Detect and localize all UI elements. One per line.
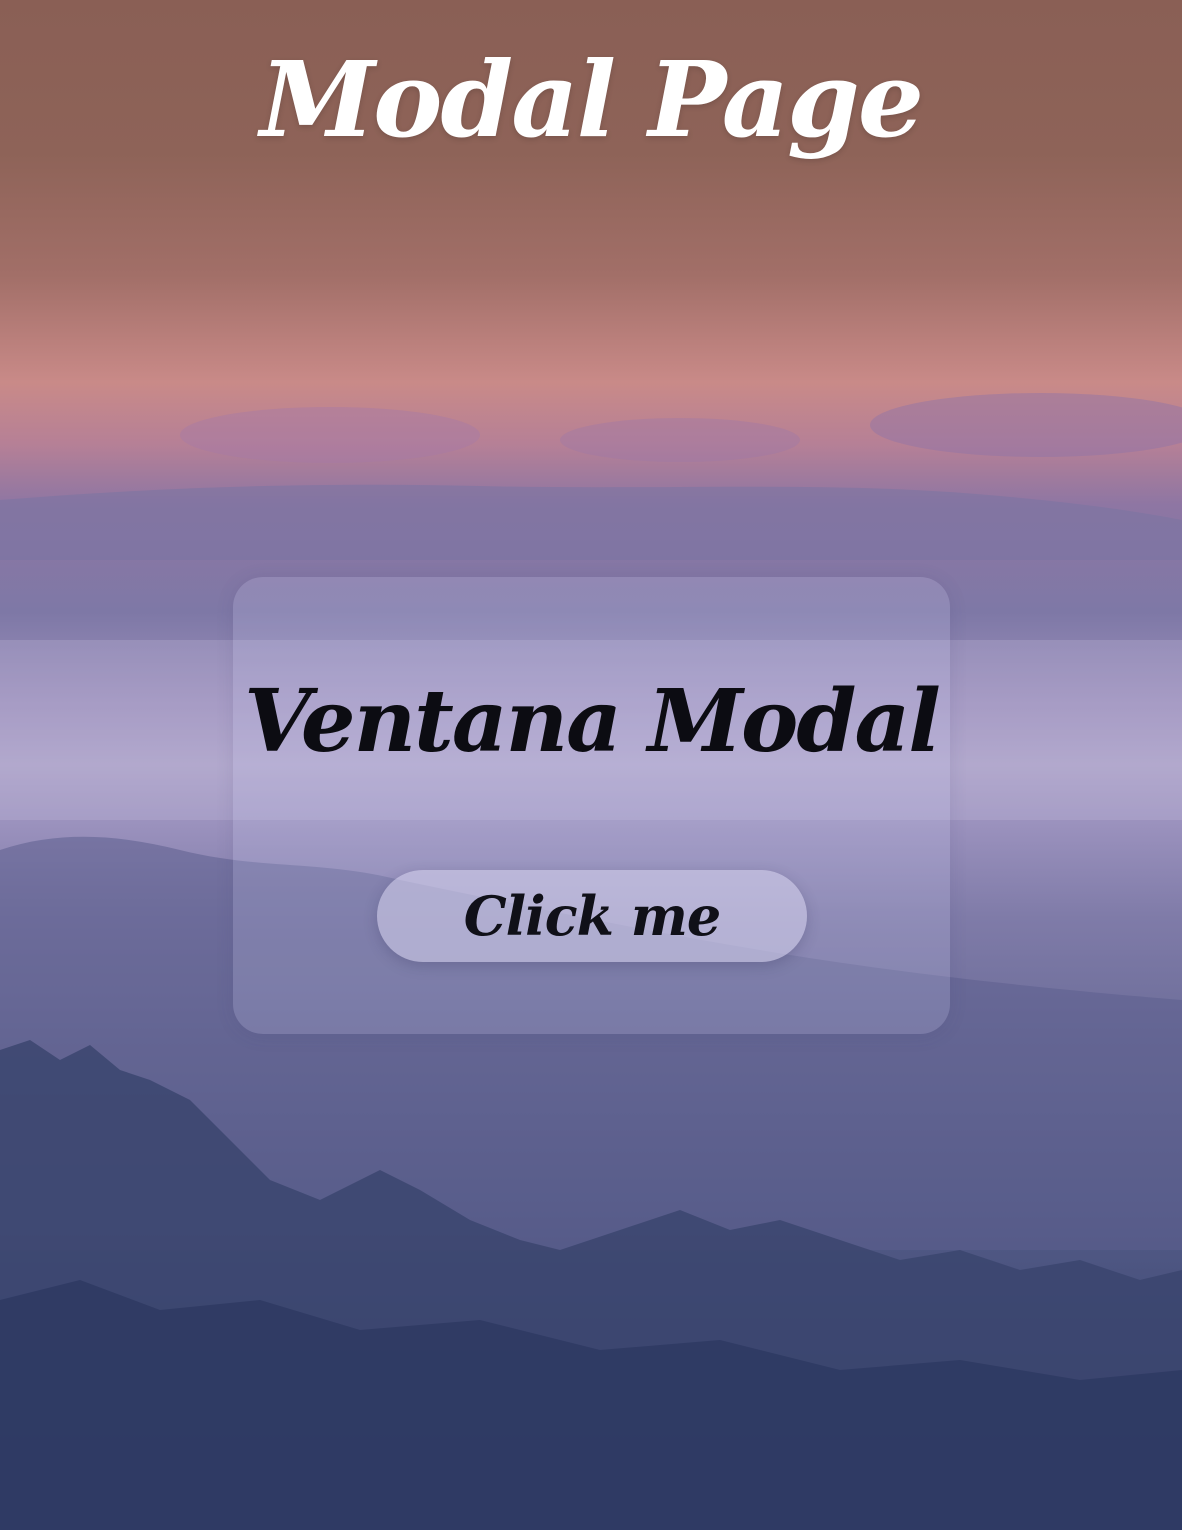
click-me-button[interactable]: Click me (377, 870, 807, 962)
page-title: Modal Page (260, 38, 924, 161)
modal-title: Ventana Modal (244, 671, 941, 772)
modal-window: Ventana Modal Click me (233, 577, 950, 1034)
